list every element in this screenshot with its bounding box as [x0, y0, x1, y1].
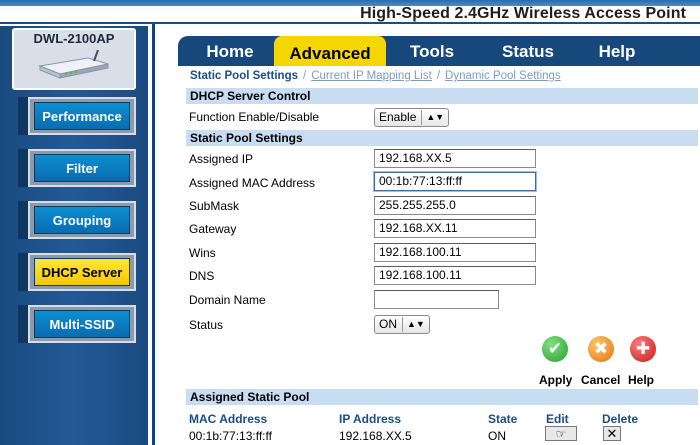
sub-navigation: Static Pool Settings / Current IP Mapping … — [190, 70, 561, 82]
assigned-mac-label: Assigned MAC Address — [189, 176, 316, 190]
col-header-ip: IP Address — [339, 412, 402, 426]
x-icon: ✖ — [588, 336, 614, 362]
updown-caret-icon: ▲▼ — [421, 110, 444, 125]
access-point-device-icon — [38, 50, 109, 79]
page-header: High-Speed 2.4GHz Wireless Access Point — [0, 0, 700, 24]
sidebar-item-label: DHCP Server — [34, 258, 130, 286]
gateway-input[interactable]: 192.168.XX.11 — [374, 219, 536, 238]
subnav-current: Static Pool Settings — [190, 70, 298, 82]
model-box: DWL-2100AP — [12, 28, 136, 90]
table-cell-state: ON — [488, 429, 506, 443]
table-cell-mac: 00:1b:77:13:ff:ff — [189, 429, 272, 443]
apply-button[interactable]: ✔ — [536, 336, 572, 376]
dns-input[interactable]: 192.168.100.11 — [374, 266, 536, 285]
status-select[interactable]: ON ▲▼ — [374, 315, 430, 334]
pointing-hand-icon[interactable]: ☞ — [545, 426, 577, 441]
assigned-ip-input[interactable]: 192.168.XX.5 — [374, 149, 536, 168]
tab-tools[interactable]: Tools — [392, 38, 472, 64]
table-cell-ip: 192.168.XX.5 — [339, 429, 412, 443]
sidebar-item-label: Multi-SSID — [34, 310, 130, 338]
sidebar-item-grouping[interactable]: Grouping — [28, 201, 136, 239]
subnav-separator: / — [436, 70, 441, 82]
assigned-ip-label: Assigned IP — [189, 152, 254, 166]
main-content: Static Pool Settings / Current IP Mapping … — [178, 66, 700, 445]
sidebar-item-dhcp-server[interactable]: DHCP Server — [28, 253, 136, 291]
wins-label: Wins — [189, 246, 216, 260]
gateway-label: Gateway — [189, 222, 237, 236]
function-enable-value: Enable — [379, 110, 417, 124]
submask-label: SubMask — [189, 199, 240, 213]
assigned-mac-input[interactable]: 00:1b:77:13:ff:ff — [374, 172, 536, 191]
check-icon: ✔ — [542, 336, 568, 362]
main-tabs: Home Advanced Tools Status Help — [178, 36, 700, 66]
nav-shadow — [18, 253, 28, 291]
sidebar-item-label: Grouping — [34, 206, 130, 234]
section-assigned-static-pool: Assigned Static Pool — [186, 389, 698, 405]
updown-caret-icon: ▲▼ — [402, 317, 425, 332]
col-header-mac: MAC Address — [189, 412, 268, 426]
function-enable-label: Function Enable/Disable — [189, 110, 320, 124]
sidebar-item-label: Filter — [34, 154, 130, 182]
plus-icon: ✚ — [630, 336, 656, 362]
domain-name-label: Domain Name — [189, 293, 266, 307]
nav-shadow — [18, 97, 28, 135]
nav-shadow — [18, 201, 28, 239]
dns-label: DNS — [189, 269, 215, 283]
submask-input[interactable]: 255.255.255.0 — [374, 196, 536, 215]
function-enable-select[interactable]: Enable ▲▼ — [374, 108, 450, 127]
apply-label[interactable]: Apply — [539, 373, 572, 387]
status-label: Status — [189, 318, 224, 332]
wins-input[interactable]: 192.168.100.11 — [374, 243, 536, 262]
help-button[interactable]: ✚ — [624, 336, 660, 376]
sidebar-item-multi-ssid[interactable]: Multi-SSID — [28, 305, 136, 343]
sidebar-item-label: Performance — [34, 102, 130, 130]
section-dhcp-server-control: DHCP Server Control — [186, 88, 698, 104]
sidebar-item-filter[interactable]: Filter — [28, 149, 136, 187]
col-header-edit: Edit — [546, 412, 569, 426]
tab-status[interactable]: Status — [486, 38, 570, 64]
nav-shadow — [18, 305, 28, 343]
subnav-separator: / — [303, 70, 307, 82]
cancel-button[interactable]: ✖ — [582, 336, 618, 376]
nav-shadow — [18, 149, 28, 187]
domain-name-input[interactable] — [374, 290, 499, 309]
tab-home[interactable]: Home — [192, 38, 268, 64]
col-header-delete: Delete — [602, 412, 639, 426]
cancel-label[interactable]: Cancel — [581, 373, 620, 387]
section-static-pool-settings: Static Pool Settings — [186, 130, 698, 146]
sidebar-divider-shadow — [152, 24, 155, 445]
help-label[interactable]: Help — [628, 373, 654, 387]
tab-advanced[interactable]: Advanced — [274, 36, 386, 66]
product-title: High-Speed 2.4GHz Wireless Access Point — [360, 5, 686, 22]
x-icon[interactable]: ✕ — [603, 426, 621, 441]
subnav-link-ip-mapping[interactable]: Current IP Mapping List — [311, 70, 432, 82]
col-header-state: State — [488, 412, 518, 426]
subnav-link-dynamic-pool[interactable]: Dynamic Pool Settings — [445, 70, 561, 82]
status-value: ON — [379, 317, 397, 331]
model-label: DWL-2100AP — [33, 31, 115, 46]
sidebar-item-performance[interactable]: Performance — [28, 97, 136, 135]
tab-help[interactable]: Help — [580, 38, 654, 64]
